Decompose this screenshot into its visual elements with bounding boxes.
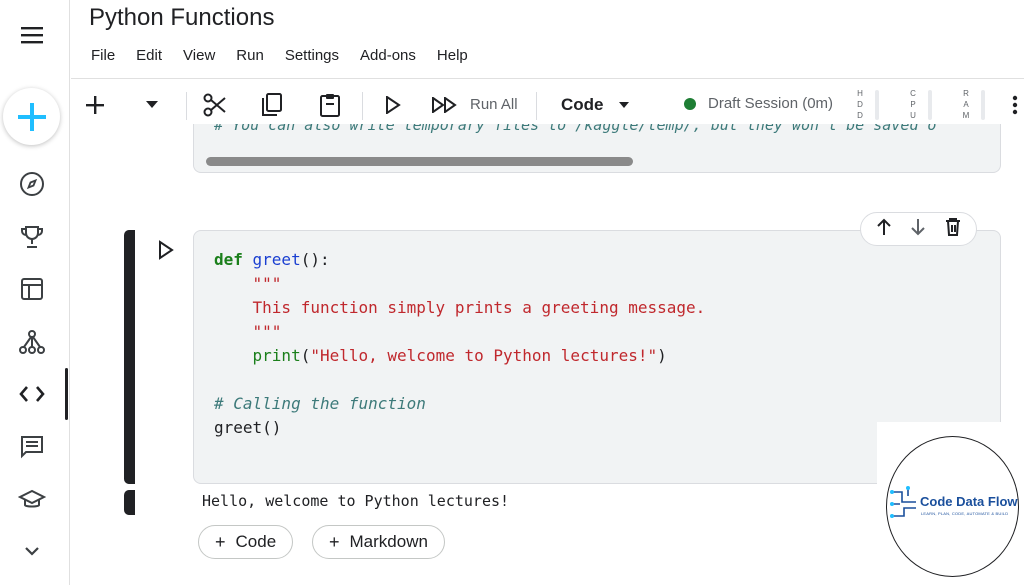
move-down-icon[interactable]: [909, 217, 927, 242]
compass-icon[interactable]: [17, 169, 47, 199]
more-options-icon[interactable]: [1008, 90, 1022, 120]
cell-type-dropdown-icon[interactable]: [614, 90, 634, 120]
code-icon[interactable]: [17, 379, 47, 409]
session-status[interactable]: Draft Session (0m): [708, 95, 833, 112]
move-up-icon[interactable]: [875, 217, 893, 242]
run-cell-button[interactable]: [157, 240, 177, 260]
delete-icon[interactable]: [944, 217, 962, 242]
previous-code-cell[interactable]: # You can also write temporary files to …: [193, 124, 1001, 173]
menu-run[interactable]: Run: [236, 47, 264, 64]
left-rail: [0, 0, 70, 585]
add-code-cell-button[interactable]: + Code: [198, 525, 294, 559]
code-line: print("Hello, welcome to Python lectures…: [252, 346, 667, 365]
add-code-label: Code: [235, 532, 277, 551]
watermark-tagline: LEARN, PLAN, CODE, AUTOMATE & BUILD: [921, 511, 1009, 516]
code-line: This function simply prints a greeting m…: [214, 298, 706, 317]
menu-bar: File Edit View Run Settings Add-ons Help: [91, 47, 489, 64]
cut-icon[interactable]: [200, 90, 230, 120]
learn-icon[interactable]: [17, 485, 47, 515]
menu-add-ons[interactable]: Add-ons: [360, 47, 416, 64]
hdd-meter-label: H D D: [857, 89, 863, 120]
cell-type-select[interactable]: Code: [561, 95, 604, 115]
play-icon: [159, 240, 174, 260]
menu-settings[interactable]: Settings: [285, 47, 339, 64]
add-markdown-cell-button[interactable]: + Markdown: [312, 525, 445, 559]
toolbar-separator: [186, 92, 187, 120]
add-cell-icon[interactable]: [82, 90, 108, 120]
chevron-down-icon[interactable]: [17, 536, 47, 566]
plus-icon: +: [329, 531, 340, 552]
notebook-title[interactable]: Python Functions: [89, 4, 274, 32]
plus-icon: +: [215, 531, 226, 552]
output-indicator: [124, 490, 135, 515]
notebook-editor: Python Functions File Edit View Run Sett…: [0, 0, 1024, 585]
menu-view[interactable]: View: [183, 47, 215, 64]
code-line: """: [214, 274, 282, 293]
run-all-icon[interactable]: [428, 90, 462, 120]
add-cell-dropdown-icon[interactable]: [140, 90, 164, 120]
toolbar-separator: [536, 92, 537, 120]
paste-icon[interactable]: [315, 90, 345, 120]
code-line: # Calling the function: [214, 394, 426, 413]
table-icon[interactable]: [17, 274, 47, 304]
watermark-name: Code Data Flow: [920, 494, 1018, 509]
menu-icon[interactable]: [17, 20, 47, 50]
run-cell-icon[interactable]: [380, 90, 406, 120]
menu-file[interactable]: File: [91, 47, 115, 64]
trophy-icon[interactable]: [17, 222, 47, 252]
code-line: def greet():: [214, 250, 330, 269]
horizontal-scrollbar[interactable]: [206, 157, 633, 166]
active-cell-indicator: [124, 230, 135, 484]
cpu-meter[interactable]: [928, 90, 932, 120]
add-markdown-label: Markdown: [349, 532, 428, 551]
header-divider: [71, 78, 1024, 79]
code-line: """: [214, 322, 282, 341]
ram-meter[interactable]: [981, 90, 985, 120]
toolbar-separator: [362, 92, 363, 120]
circuit-logo-icon: [890, 486, 916, 518]
code-line: greet(): [214, 418, 282, 437]
code-editor[interactable]: def greet(): """ This function simply pr…: [214, 248, 705, 440]
create-icon: [17, 102, 46, 131]
discussion-icon[interactable]: [17, 432, 47, 462]
run-all-button[interactable]: Run All: [470, 96, 518, 113]
cell-output: Hello, welcome to Python lectures!: [202, 492, 510, 510]
create-button[interactable]: [3, 88, 60, 145]
active-rail-indicator: [65, 368, 68, 420]
hdd-meter[interactable]: [875, 90, 879, 120]
models-icon[interactable]: [17, 327, 47, 357]
ram-meter-label: R A M: [962, 89, 970, 120]
menu-help[interactable]: Help: [437, 47, 468, 64]
session-status-dot: [684, 98, 696, 110]
menu-edit[interactable]: Edit: [136, 47, 162, 64]
cpu-meter-label: C P U: [910, 89, 916, 120]
previous-cell-code: # You can also write temporary files to …: [214, 124, 937, 134]
copy-icon[interactable]: [257, 90, 287, 120]
cell-actions-toolbar: [860, 212, 977, 246]
